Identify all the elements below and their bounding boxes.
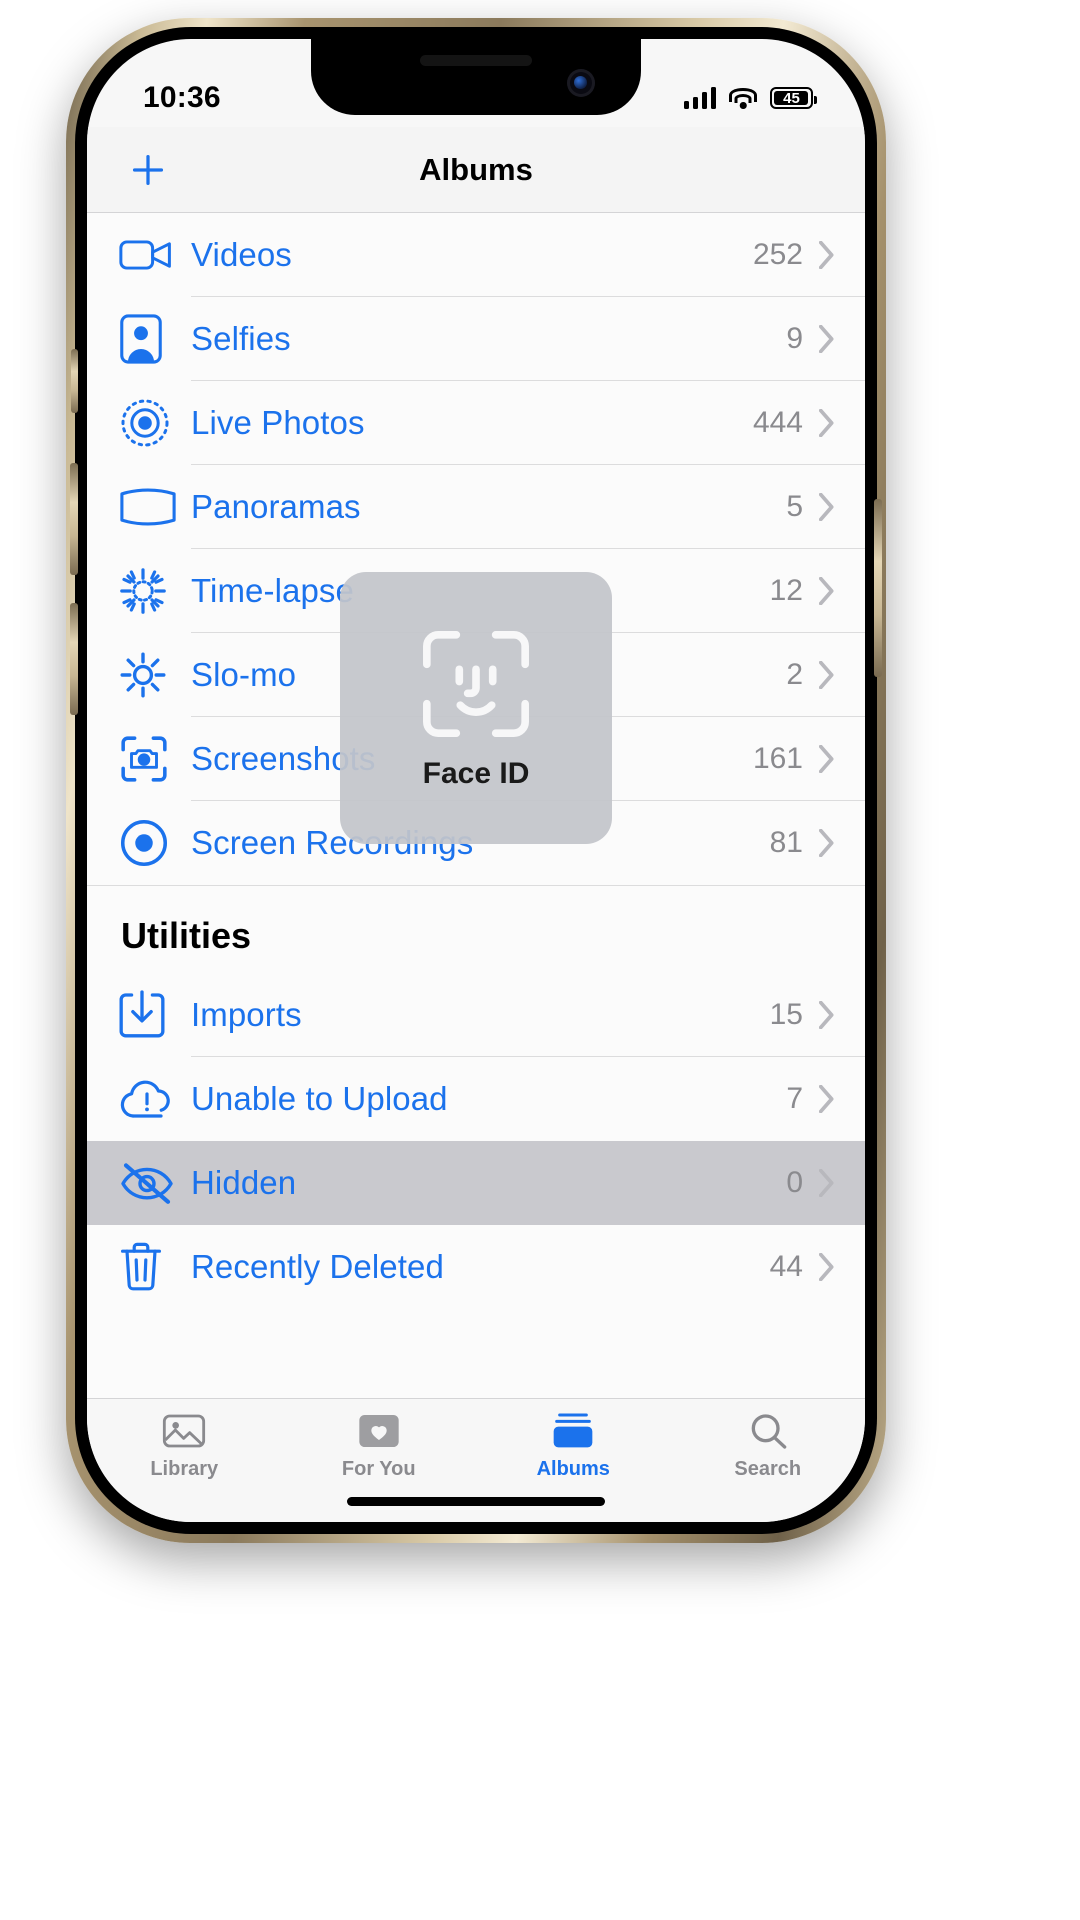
list-item-label: Recently Deleted (191, 1248, 444, 1285)
list-item-label: Imports (191, 996, 302, 1033)
chevron-right-icon (819, 661, 834, 689)
person-portrait-icon (119, 311, 191, 367)
list-item-videos[interactable]: Videos 252 (87, 213, 865, 297)
list-item-label: Videos (191, 236, 292, 273)
list-item-live-photos[interactable]: Live Photos 444 (87, 381, 865, 465)
cloud-warning-icon (119, 1071, 191, 1127)
battery-icon: 45 (770, 87, 817, 109)
chevron-right-icon (819, 1169, 834, 1197)
iphone-device-frame: 10:36 45 Albums Videos 252 Selfies 9 Liv… (66, 18, 886, 1543)
tab-label: Search (734, 1458, 802, 1480)
display-notch (311, 39, 641, 115)
list-item-count: 2 (786, 658, 803, 691)
tab-albums[interactable]: Albums (476, 1411, 671, 1481)
list-item-count: 252 (752, 238, 803, 271)
tab-label: For You (341, 1458, 416, 1480)
chevron-right-icon (819, 493, 834, 521)
chevron-right-icon (819, 241, 834, 269)
phone-screen: 10:36 45 Albums Videos 252 Selfies 9 Liv… (87, 39, 865, 1522)
albums-icon (553, 1413, 593, 1448)
chevron-right-icon (819, 829, 834, 857)
live-photo-icon (119, 395, 191, 451)
list-item-label: Panoramas (191, 488, 361, 525)
list-item-count: 12 (769, 574, 803, 607)
photos-library-icon (163, 1414, 206, 1448)
list-item-label: Selfies (191, 320, 291, 357)
list-item-count: 9 (786, 322, 803, 355)
status-bar-indicators: 45 (683, 87, 817, 109)
eye-slash-icon (119, 1155, 191, 1211)
tab-for-you[interactable]: For You (282, 1411, 477, 1481)
tab-search[interactable]: Search (671, 1411, 866, 1481)
list-item-hidden[interactable]: Hidden 0 (87, 1141, 865, 1225)
status-bar-time: 10:36 (143, 81, 221, 114)
face-id-overlay: Face ID (340, 572, 612, 844)
earpiece-speaker (420, 55, 532, 66)
screenshot-camera-icon (119, 731, 191, 787)
panorama-icon (119, 479, 191, 535)
navigation-bar: Albums (87, 127, 865, 213)
face-id-label: Face ID (422, 757, 530, 790)
section-title: Utilities (87, 885, 865, 973)
plus-icon[interactable] (125, 147, 171, 193)
slomo-icon (119, 647, 191, 703)
power-button[interactable] (874, 499, 882, 677)
chevron-right-icon (819, 745, 834, 773)
import-download-icon (119, 987, 191, 1043)
screen-recording-icon (119, 815, 191, 871)
list-item-count: 44 (769, 1250, 803, 1283)
list-item-label: Unable to Upload (191, 1080, 448, 1117)
list-item-label: Hidden (191, 1164, 297, 1201)
tab-library[interactable]: Library (87, 1411, 282, 1481)
volume-up-button[interactable] (70, 463, 78, 575)
tab-label: Library (150, 1458, 219, 1480)
chevron-right-icon (819, 1085, 834, 1113)
silent-switch[interactable] (71, 349, 78, 413)
list-item-count: 0 (786, 1166, 803, 1199)
trash-icon (119, 1239, 191, 1295)
list-item-count: 161 (752, 742, 803, 775)
page-title: Albums (419, 151, 533, 187)
home-indicator[interactable] (347, 1497, 605, 1506)
chevron-right-icon (819, 409, 834, 437)
list-item-count: 444 (752, 406, 803, 439)
search-icon (751, 1414, 787, 1449)
chevron-right-icon (819, 1253, 834, 1281)
phone-bezel: 10:36 45 Albums Videos 252 Selfies 9 Liv… (70, 27, 882, 1534)
timelapse-icon (119, 563, 191, 619)
wifi-icon (729, 87, 757, 109)
utilities-section-header: Utilities (87, 885, 865, 973)
for-you-icon (359, 1415, 399, 1447)
tab-label: Albums (536, 1458, 610, 1480)
front-camera (567, 69, 595, 97)
chevron-right-icon (819, 1001, 834, 1029)
list-item-count: 5 (786, 490, 803, 523)
list-item-selfies[interactable]: Selfies 9 (87, 297, 865, 381)
volume-down-button[interactable] (70, 603, 78, 715)
battery-percent-label: 45 (783, 89, 800, 107)
list-item-label: Live Photos (191, 404, 365, 441)
list-item-imports[interactable]: Imports 15 (87, 973, 865, 1057)
face-id-icon (423, 631, 529, 737)
chevron-right-icon (819, 325, 834, 353)
chevron-right-icon (819, 577, 834, 605)
cellular-signal-icon (683, 87, 716, 109)
list-item-unable-to-upload[interactable]: Unable to Upload 7 (87, 1057, 865, 1141)
list-item-count: 15 (769, 998, 803, 1031)
screenshot-stage: 10:36 45 Albums Videos 252 Selfies 9 Liv… (0, 0, 1080, 1920)
list-item-count: 7 (786, 1082, 803, 1115)
list-item-recently-deleted[interactable]: Recently Deleted 44 (87, 1225, 865, 1309)
list-item-count: 81 (769, 826, 803, 859)
list-item-panoramas[interactable]: Panoramas 5 (87, 465, 865, 549)
video-camera-icon (119, 227, 191, 283)
